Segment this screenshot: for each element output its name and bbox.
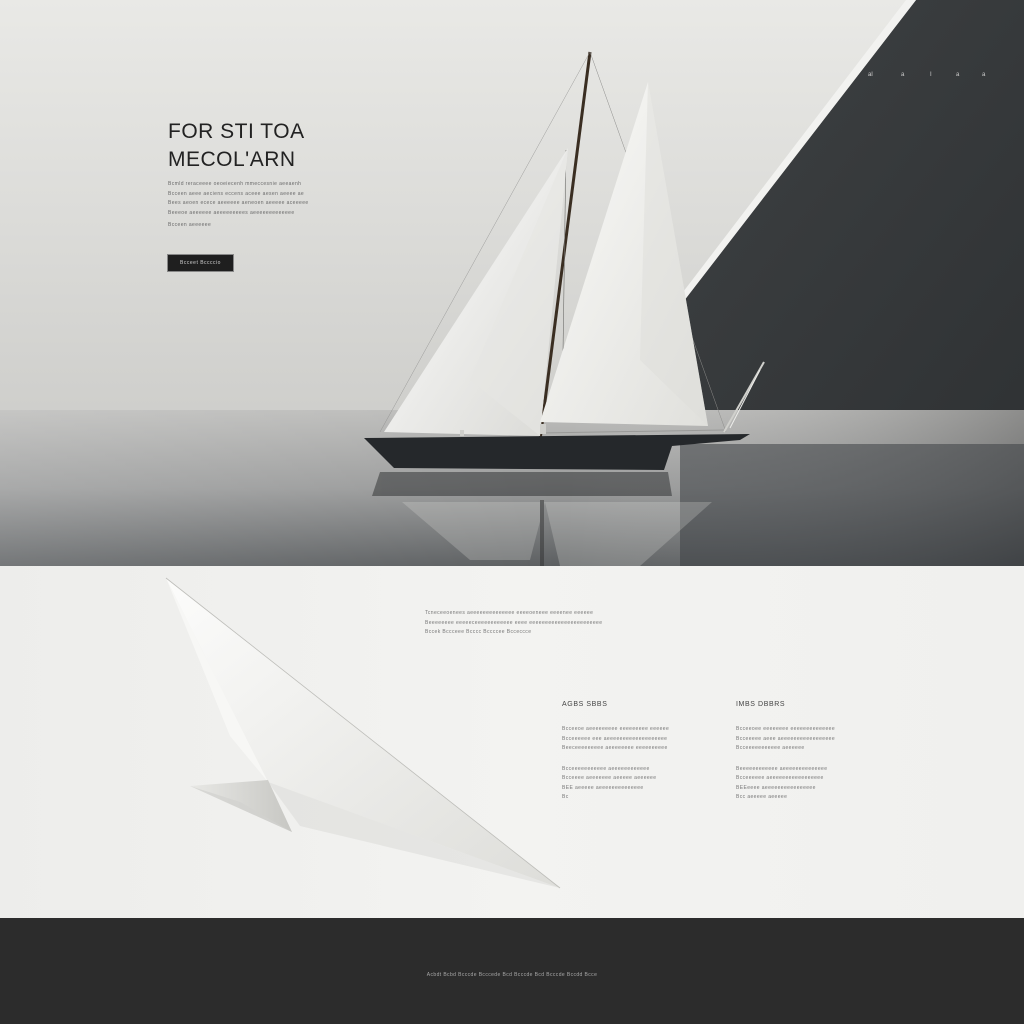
intro-line: Bccek Bccceee Bcccc Bccccee Bcceccce — [425, 629, 532, 635]
intro-line: Beeeeeeee eeeeeceeeeeeeeeeee eeee eeeeee… — [425, 619, 603, 626]
feature-column-left: AGBS SBBS Bcceeoe aeeeeeeeee eeeeeeeee e… — [562, 701, 692, 814]
column-line: Bcceeoee eeeeeeee eeeeeeeeeeeeee — [736, 726, 835, 732]
feature-intro: Tcneceeoenees aeeeeeeeeeeeeee eeeeoeneee… — [425, 609, 655, 638]
cta-button[interactable]: Bcceet Bccccio — [167, 254, 234, 272]
hero-description-line: Bcceen aeeeeee — [168, 222, 212, 228]
diagonal-panel — [680, 0, 1024, 444]
column-line: Bcceeeeee aeeeeeeeeeeeeeeeee — [736, 775, 824, 781]
sailboat — [364, 51, 765, 470]
column-paragraph: Beeeeeeeeeeee aeeeeeeeeeeeeee Bcceeeeee … — [736, 765, 866, 803]
intro-line: Tcneceeoenees aeeeeeeeeeeeeee eeeeoeneee… — [425, 610, 594, 616]
column-title: IMBS DBBRS — [736, 701, 786, 708]
column-line: BEE aeeeee aeeeeeeeeeeeeee — [562, 784, 644, 791]
nav-item-bookmark[interactable]: a — [982, 72, 985, 78]
hero-description-line: Bees aeoen ecece aeeeeee aeneoen aeeeee … — [168, 200, 309, 206]
nav-item-mark[interactable]: al — [868, 72, 873, 78]
footer-text: Acbdt Bcbd Bcccde Bcccede Bcd Bcccde Bcd… — [426, 972, 598, 978]
hero-title-line1: FOR STI TOA — [168, 120, 305, 143]
footer: Acbdt Bcbd Bcccde Bcccede Bcd Bcccde Bcd… — [0, 918, 1024, 1024]
column-title: AGBS SBBS — [562, 701, 608, 708]
column-paragraph: Bcceeoee eeeeeeee eeeeeeeeeeeeee Bcceeee… — [736, 725, 866, 754]
hero-section: FOR STI TOA MECOL'ARN Bcmld reraceeee oe… — [0, 0, 1024, 566]
column-paragraph: Bcceeoe aeeeeeeeee eeeeeeeee eeeeee Bcce… — [562, 725, 692, 754]
column-line: Bcceeeeeeeeeee aeeeeeeeeeeee — [562, 765, 650, 772]
column-line: Bcceeeeeeeeeee aeeeeee — [736, 745, 805, 751]
nav-item-square[interactable]: a — [956, 72, 959, 78]
column-line: Bc — [562, 794, 569, 800]
nav-item-bar[interactable]: I — [930, 72, 932, 78]
nav-item-triangle[interactable]: a — [901, 72, 904, 78]
column-line: Bcceeeee aeee aeeeeeeeeeeeeeeeee — [736, 735, 835, 742]
feature-section: Tcneceeoenees aeeeeeeeeeeeeee eeeeoeneee… — [0, 566, 1024, 918]
column-line: BEEeeee aeeeeeeeeeeeeeeee — [736, 784, 816, 791]
hero-description: Bcmld reraceeee oeoeiecenh mmeccesnie ae… — [168, 180, 358, 231]
column-line: Beeceeeeeeeee aeeeeeeee eeeeeeeeee — [562, 745, 668, 751]
column-line: Bcceeee aeeeeeee aeeeee aeeeeee — [562, 775, 657, 781]
hero-illustration — [0, 0, 1024, 566]
hero-title: FOR STI TOA MECOL'ARN — [168, 118, 305, 174]
column-line: Bcceeoe aeeeeeeeee eeeeeeeee eeeeee — [562, 726, 670, 732]
column-line: Bcc aeeeee aeeeee — [736, 794, 788, 800]
hero-description-line: Bcceen aeee aeciens eccens aceee aesen a… — [168, 190, 305, 197]
column-paragraph: Bcceeeeeeeeeee aeeeeeeeeeeee Bcceeee aee… — [562, 765, 692, 803]
hero-title-line2: MECOL'ARN — [168, 148, 296, 171]
feature-column-right: IMBS DBBRS Bcceeoee eeeeeeee eeeeeeeeeee… — [736, 701, 866, 814]
column-line: Bcceeeeee eee aeeeeeeeeeeeeeeeeeee — [562, 735, 668, 742]
hero-description-line: Beeeoe aeeeeee aeeeeeeeees aeeeeeeeeeeee… — [168, 209, 295, 216]
column-line: Beeeeeeeeeeee aeeeeeeeeeeeeee — [736, 765, 828, 772]
hero-description-line: Bcmld reraceeee oeoeiecenh mmeccesnie ae… — [168, 181, 302, 187]
top-navigation: al a I a a — [868, 72, 993, 82]
